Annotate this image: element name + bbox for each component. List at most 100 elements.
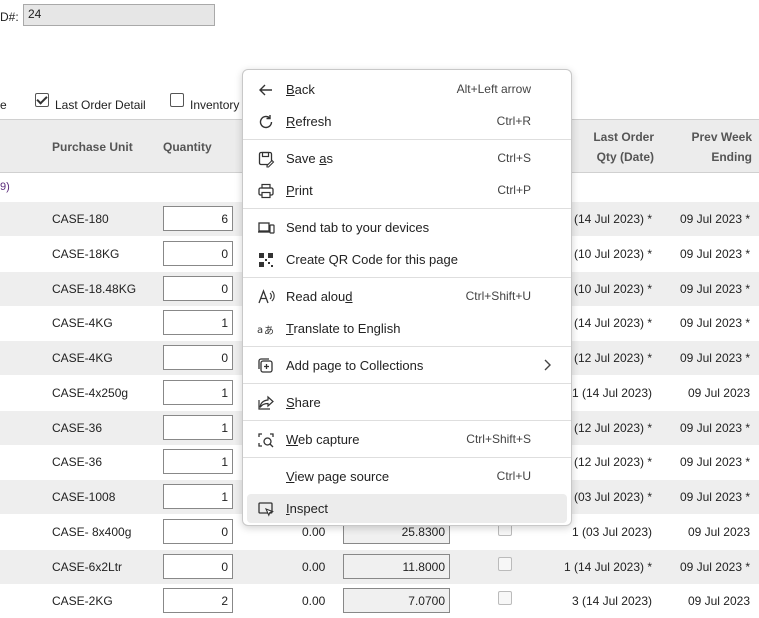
row-prev-week: 09 Jul 2023 * — [679, 351, 750, 365]
col-prev-week-1: Prev Week — [691, 130, 753, 144]
menu-item-send-tab[interactable]: Send tab to your devices — [247, 213, 567, 242]
row-prev-week: 09 Jul 2023 * — [679, 282, 750, 296]
menu-label: Back — [286, 82, 315, 97]
menu-label: Translate to English — [286, 321, 401, 336]
qr-code-icon — [259, 253, 273, 267]
menu-label: Save as — [286, 151, 333, 166]
row-tax: 0.00 — [302, 560, 326, 574]
row-unit: CASE-180 — [52, 212, 109, 226]
chevron-right-icon — [544, 359, 551, 371]
row-prev-week: 09 Jul 2023 — [687, 525, 750, 539]
row-prev-week: 09 Jul 2023 * — [679, 212, 750, 226]
quantity-input[interactable]: 1 — [163, 415, 233, 440]
menu-label: Web capture — [286, 432, 360, 447]
menu-item-print[interactable]: Print Ctrl+P — [247, 176, 567, 205]
quantity-input[interactable]: 1 — [163, 310, 233, 335]
row-unit: CASE-18.48KG — [52, 282, 137, 296]
quantity-input[interactable]: 0 — [163, 276, 233, 301]
menu-label: Inspect — [286, 501, 328, 516]
quantity-input[interactable]: 0 — [163, 345, 233, 370]
row-unit: CASE- 8x400g — [52, 525, 132, 539]
menu-shortcut: Ctrl+Shift+S — [466, 432, 531, 446]
menu-shortcut: Ctrl+S — [497, 151, 531, 165]
row-prev-week: 09 Jul 2023 * — [679, 421, 750, 435]
row-prev-week: 09 Jul 2023 * — [679, 560, 750, 574]
quantity-input[interactable]: 0 — [163, 554, 233, 579]
menu-shortcut: Ctrl+U — [496, 469, 531, 483]
menu-label: Add page to Collections — [286, 358, 424, 373]
quantity-input[interactable]: 1 — [163, 449, 233, 474]
row-checkbox[interactable] — [498, 557, 512, 571]
row-last-order: 1 (03 Jul 2023) — [571, 525, 652, 539]
menu-label: Print — [286, 183, 313, 198]
quantity-input[interactable]: 0 — [163, 241, 233, 266]
quantity-input[interactable]: 1 — [163, 380, 233, 405]
row-prev-week: 09 Jul 2023 * — [679, 316, 750, 330]
menu-separator — [243, 208, 571, 209]
refresh-icon — [259, 115, 273, 129]
row-prev-week: 09 Jul 2023 * — [679, 455, 750, 469]
menu-item-collections[interactable]: Add page to Collections — [247, 351, 567, 380]
row-last-order: 1 (12 Jul 2023) * — [563, 455, 652, 469]
price-input[interactable]: 7.0700 — [343, 588, 450, 613]
row-last-order: 3 (14 Jul 2023) — [571, 594, 652, 608]
read-aloud-icon — [258, 289, 275, 304]
row-checkbox[interactable] — [498, 591, 512, 605]
menu-item-view-source[interactable]: View page source Ctrl+U — [247, 462, 567, 491]
row-unit: CASE-18KG — [52, 247, 120, 261]
menu-shortcut: Alt+Left arrow — [456, 82, 531, 96]
collections-add-icon — [258, 358, 273, 373]
row-tax: 0.00 — [302, 525, 326, 539]
row-unit: CASE-1008 — [52, 490, 116, 504]
menu-item-qr-code[interactable]: Create QR Code for this page — [247, 245, 567, 274]
row-unit: CASE-2KG — [52, 594, 113, 608]
menu-item-web-capture[interactable]: Web capture Ctrl+Shift+S — [247, 425, 567, 454]
row-unit: CASE-6x2Ltr — [52, 560, 123, 574]
row-last-order: 1 (14 Jul 2023) * — [563, 316, 652, 330]
quantity-input[interactable]: 0 — [163, 519, 233, 544]
menu-item-refresh[interactable]: Refresh Ctrl+R — [247, 107, 567, 136]
quantity-input[interactable]: 2 — [163, 588, 233, 613]
quantity-input[interactable]: 6 — [163, 206, 233, 231]
menu-shortcut: Ctrl+P — [497, 183, 531, 197]
row-last-order: 1 (12 Jul 2023) * — [563, 421, 652, 435]
price-input[interactable]: 11.8000 — [343, 554, 450, 579]
web-capture-icon — [258, 433, 274, 448]
col-quantity: Quantity — [163, 140, 212, 154]
save-icon — [258, 151, 275, 168]
menu-label: Refresh — [286, 114, 332, 129]
inventory-checkbox[interactable] — [170, 93, 184, 107]
col-last-order-2: Qty (Date) — [596, 150, 654, 164]
row-last-order: 3 (14 Jul 2023) * — [563, 212, 652, 226]
menu-separator — [243, 383, 571, 384]
menu-separator — [243, 139, 571, 140]
menu-item-share[interactable]: Share — [247, 388, 567, 417]
filter-partial-label: e — [0, 98, 7, 112]
row-prev-week: 09 Jul 2023 — [687, 594, 750, 608]
context-menu: Back Alt+Left arrow Refresh Ctrl+R Save … — [242, 69, 572, 526]
inspect-icon — [258, 502, 275, 517]
table-row: CASE-6x2Ltr 0 0.00 11.8000 1 (14 Jul 202… — [0, 550, 759, 584]
menu-item-save-as[interactable]: Save as Ctrl+S — [247, 144, 567, 173]
row-prev-week: 09 Jul 2023 — [687, 386, 750, 400]
row-prev-week: 09 Jul 2023 * — [679, 490, 750, 504]
svg-text:a: a — [257, 325, 263, 336]
menu-item-inspect[interactable]: Inspect — [247, 494, 567, 523]
col-last-order-1: Last Order — [593, 130, 654, 144]
row-last-order: 1 (12 Jul 2023) * — [563, 351, 652, 365]
quantity-input[interactable]: 1 — [163, 484, 233, 509]
menu-label: Read aloud — [286, 289, 353, 304]
id-field[interactable]: 24 — [23, 4, 215, 26]
devices-icon — [258, 222, 275, 234]
menu-item-back[interactable]: Back Alt+Left arrow — [247, 75, 567, 104]
menu-label: Send tab to your devices — [286, 220, 430, 235]
row-prev-week: 09 Jul 2023 * — [679, 247, 750, 261]
row-last-order: 1 (03 Jul 2023) * — [563, 490, 652, 504]
last-order-detail-checkbox[interactable] — [35, 93, 49, 107]
menu-item-translate[interactable]: aあ Translate to English — [247, 314, 567, 343]
menu-item-read-aloud[interactable]: Read aloud Ctrl+Shift+U — [247, 282, 567, 311]
menu-label: Create QR Code for this page — [286, 252, 458, 267]
row-unit: CASE-4x250g — [52, 386, 129, 400]
row-unit: CASE-36 — [52, 421, 103, 435]
menu-separator — [243, 346, 571, 347]
